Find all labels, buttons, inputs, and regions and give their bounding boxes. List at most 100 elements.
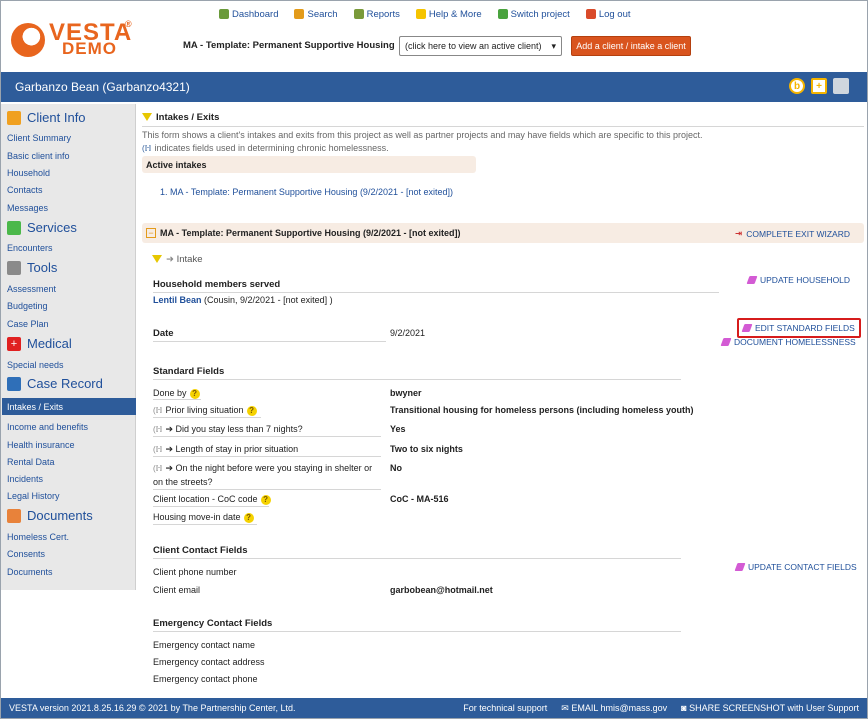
sidebar-item-budgeting[interactable]: Budgeting (7, 301, 48, 311)
client-name: Garbanzo Bean (Garbanzo4321) (15, 80, 190, 94)
household-member: Lentil Bean (Cousin, 9/2/2021 - [not exi… (153, 295, 333, 305)
print-icon[interactable] (833, 78, 849, 94)
update-contact-fields-link[interactable]: UPDATE CONTACT FIELDS (734, 562, 857, 572)
dashboard-icon (219, 9, 229, 19)
documents-icon (7, 508, 21, 523)
client-phone-label: Client phone number (153, 567, 237, 577)
sidebar-section-medical: + Medical (7, 336, 72, 351)
emergency-name-label: Emergency contact name (153, 640, 256, 650)
intro-note: This form shows a client's intakes and e… (142, 130, 703, 140)
date-value: 9/2/2021 (390, 328, 426, 338)
sidebar-item-encounters[interactable]: Encounters (7, 243, 53, 253)
sidebar-item-intakes-exits[interactable]: Intakes / Exits (2, 398, 136, 415)
sidebar-section-tools: Tools (7, 260, 57, 275)
divider (153, 631, 681, 632)
email-support-link[interactable]: ✉ EMAIL hmis@mass.gov (561, 703, 667, 714)
field-coc-code-label: Client location - CoC code? (153, 494, 271, 505)
divider (153, 292, 719, 293)
document-homelessness-link[interactable]: DOCUMENT HOMELESSNESS (720, 337, 856, 347)
section-title: Intakes / Exits (142, 112, 219, 123)
nav-switch-project[interactable]: Switch project (497, 7, 570, 21)
sidebar-item-messages[interactable]: Messages (7, 203, 48, 213)
episode-title: MA - Template: Permanent Supportive Hous… (160, 228, 461, 238)
chronic-homeless-icon: (ℍ (142, 144, 152, 153)
b-badge-icon[interactable]: b (789, 78, 805, 94)
share-screenshot-link[interactable]: ◙ SHARE SCREENSHOT with User Support (681, 703, 859, 714)
help-hint-icon[interactable]: ? (246, 405, 257, 416)
camera-icon: ◙ (681, 703, 690, 713)
complete-exit-wizard-link[interactable]: ⇥ COMPLETE EXIT WIZARD (735, 228, 850, 239)
add-client-button[interactable]: Add a client / intake a client (571, 36, 691, 56)
vesta-logo[interactable]: VESTA ® DEMO (9, 19, 132, 61)
divider (153, 417, 261, 418)
divider (153, 558, 681, 559)
field-coc-code-value: CoC - MA-516 (390, 494, 449, 504)
medical-cross-icon: + (7, 336, 21, 351)
field-night-before-label: (ℍ ➔ On the night before were you staying… (153, 463, 373, 473)
sidebar-item-income-benefits[interactable]: Income and benefits (7, 422, 88, 432)
exit-icon: ⇥ (735, 228, 743, 238)
sidebar-item-household[interactable]: Household (7, 168, 50, 178)
field-night-before-label-line2: on the streets? (153, 477, 213, 487)
nav-search[interactable]: Search (294, 7, 338, 21)
add-icon[interactable]: + (811, 78, 827, 94)
sidebar-item-homeless-cert[interactable]: Homeless Cert. (7, 532, 69, 542)
client-contact-fields-label: Client Contact Fields (153, 545, 248, 556)
support-text: For technical support (463, 703, 548, 713)
emergency-address-label: Emergency contact address (153, 657, 265, 667)
sidebar-item-contacts[interactable]: Contacts (7, 185, 43, 195)
main-content: Intakes / Exits This form shows a client… (142, 104, 866, 694)
sidebar-item-health-insurance[interactable]: Health insurance (7, 440, 75, 450)
active-client-select[interactable]: (click here to view an active client) ▾ (399, 36, 562, 56)
field-less-than-7-nights-value: Yes (390, 424, 406, 434)
intake-label: ➜ Intake (152, 254, 203, 265)
sidebar-item-incidents[interactable]: Incidents (7, 474, 43, 484)
sidebar-item-client-summary[interactable]: Client Summary (7, 133, 71, 143)
pencil-icon (741, 324, 753, 332)
top-nav: Dashboard Search Reports Help & More Swi… (219, 7, 647, 21)
help-hint-icon[interactable]: ? (243, 512, 254, 523)
household-member-link[interactable]: Lentil Bean (153, 295, 202, 305)
chronic-homeless-icon: (ℍ (153, 425, 163, 434)
collapse-triangle-icon[interactable] (142, 113, 152, 122)
help-icon (415, 9, 426, 19)
pencil-icon (734, 563, 746, 571)
collapse-triangle-icon[interactable] (152, 255, 162, 264)
sidebar-item-basic-client-info[interactable]: Basic client info (7, 151, 70, 161)
nav-logout[interactable]: Log out (585, 7, 631, 21)
divider (153, 379, 681, 380)
switch-project-icon (497, 9, 508, 19)
field-night-before-value: No (390, 463, 402, 473)
sidebar-item-legal-history[interactable]: Legal History (7, 491, 60, 501)
chronic-note: (ℍ indicates fields used in determining c… (142, 143, 389, 153)
services-icon (7, 220, 21, 235)
edit-standard-fields-button[interactable]: EDIT STANDARD FIELDS (737, 318, 861, 338)
sidebar-item-case-plan[interactable]: Case Plan (7, 319, 49, 329)
company-link[interactable]: The Partnership Center, Ltd. (182, 703, 295, 713)
project-name: MA - Template: Permanent Supportive Hous… (183, 40, 395, 51)
help-hint-icon[interactable]: ? (189, 388, 200, 399)
nav-reports[interactable]: Reports (353, 7, 400, 21)
sidebar-item-rental-data[interactable]: Rental Data (7, 457, 55, 467)
sidebar-item-special-needs[interactable]: Special needs (7, 360, 64, 370)
household-label: Household members served (153, 279, 281, 290)
logo-registered-mark: ® (125, 19, 132, 29)
active-intake-link[interactable]: 1. MA - Template: Permanent Supportive H… (160, 187, 453, 197)
sidebar-item-documents[interactable]: Documents (7, 567, 53, 577)
collapse-icon[interactable]: − (146, 228, 156, 238)
field-prior-living-label: (ℍ Prior living situation? (153, 405, 257, 416)
sidebar-item-consents[interactable]: Consents (7, 549, 45, 559)
nav-dashboard[interactable]: Dashboard (219, 7, 278, 21)
active-intakes-header: Active intakes (142, 156, 476, 173)
client-title-bar: Garbanzo Bean (Garbanzo4321) b + (1, 72, 867, 102)
logout-icon (585, 9, 596, 19)
sidebar-item-assessment[interactable]: Assessment (7, 284, 56, 294)
person-icon (7, 110, 21, 125)
nav-help[interactable]: Help & More (415, 7, 482, 21)
arrow-right-icon: ➔ (165, 463, 176, 473)
field-move-in-date-label: Housing move-in date? (153, 512, 254, 523)
help-hint-icon[interactable]: ? (260, 494, 271, 505)
divider (153, 506, 269, 507)
chevron-down-icon: ▾ (551, 40, 556, 51)
update-household-link[interactable]: UPDATE HOUSEHOLD (746, 275, 850, 285)
